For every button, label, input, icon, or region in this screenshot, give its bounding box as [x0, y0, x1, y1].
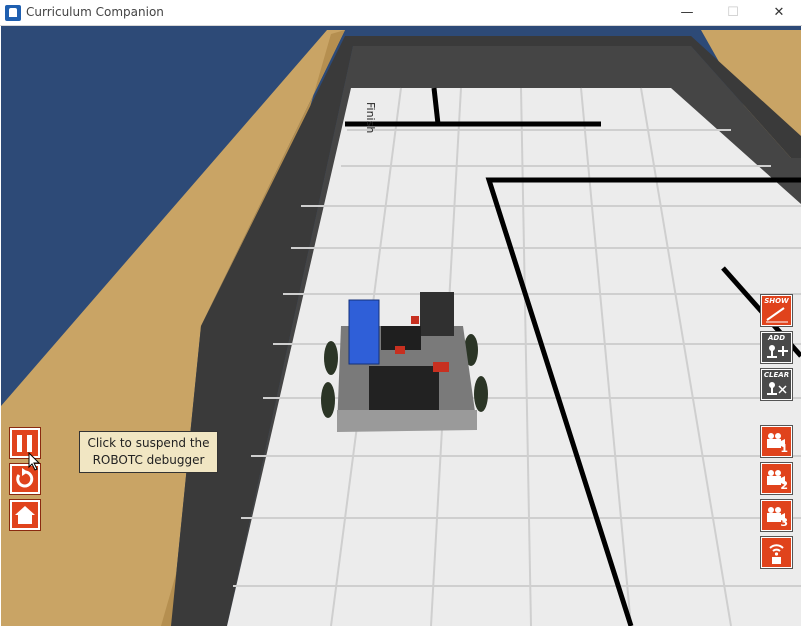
pause-tooltip: Click to suspend the ROBOTC debugger — [79, 431, 218, 473]
maximize-button[interactable]: ☐ — [710, 0, 756, 26]
remote-signal-icon — [769, 544, 784, 564]
path-pen-icon — [766, 307, 788, 323]
show-path-button[interactable]: SHOW — [760, 294, 793, 327]
add-marker-icon — [767, 345, 788, 358]
tooltip-line-2: ROBOTC debugger — [92, 453, 205, 467]
camera-2-number: 2 — [780, 479, 788, 492]
mouse-cursor-icon — [28, 452, 41, 471]
camera-1-button[interactable]: 1 — [760, 425, 793, 458]
home-button[interactable] — [9, 499, 41, 531]
robot-model — [321, 292, 488, 432]
tooltip-line-1: Click to suspend the — [87, 436, 210, 450]
app-icon — [5, 5, 21, 21]
clear-marker-icon — [767, 382, 787, 395]
close-button[interactable]: ✕ — [756, 0, 802, 26]
clear-markers-button[interactable]: CLEAR — [760, 368, 793, 401]
camera-3-button[interactable]: 3 — [760, 499, 793, 532]
window-title: Curriculum Companion — [26, 5, 164, 19]
minimize-button[interactable]: — — [664, 0, 710, 26]
camera-1-number: 1 — [780, 442, 788, 455]
add-marker-button[interactable]: ADD — [760, 331, 793, 364]
remote-control-button[interactable] — [760, 536, 793, 569]
camera-2-button[interactable]: 2 — [760, 462, 793, 495]
simulation-viewport[interactable]: Finish — [1, 26, 801, 626]
camera-3-number: 3 — [780, 516, 788, 529]
title-bar: Curriculum Companion — ☐ ✕ — [0, 0, 802, 26]
home-icon — [15, 506, 35, 524]
